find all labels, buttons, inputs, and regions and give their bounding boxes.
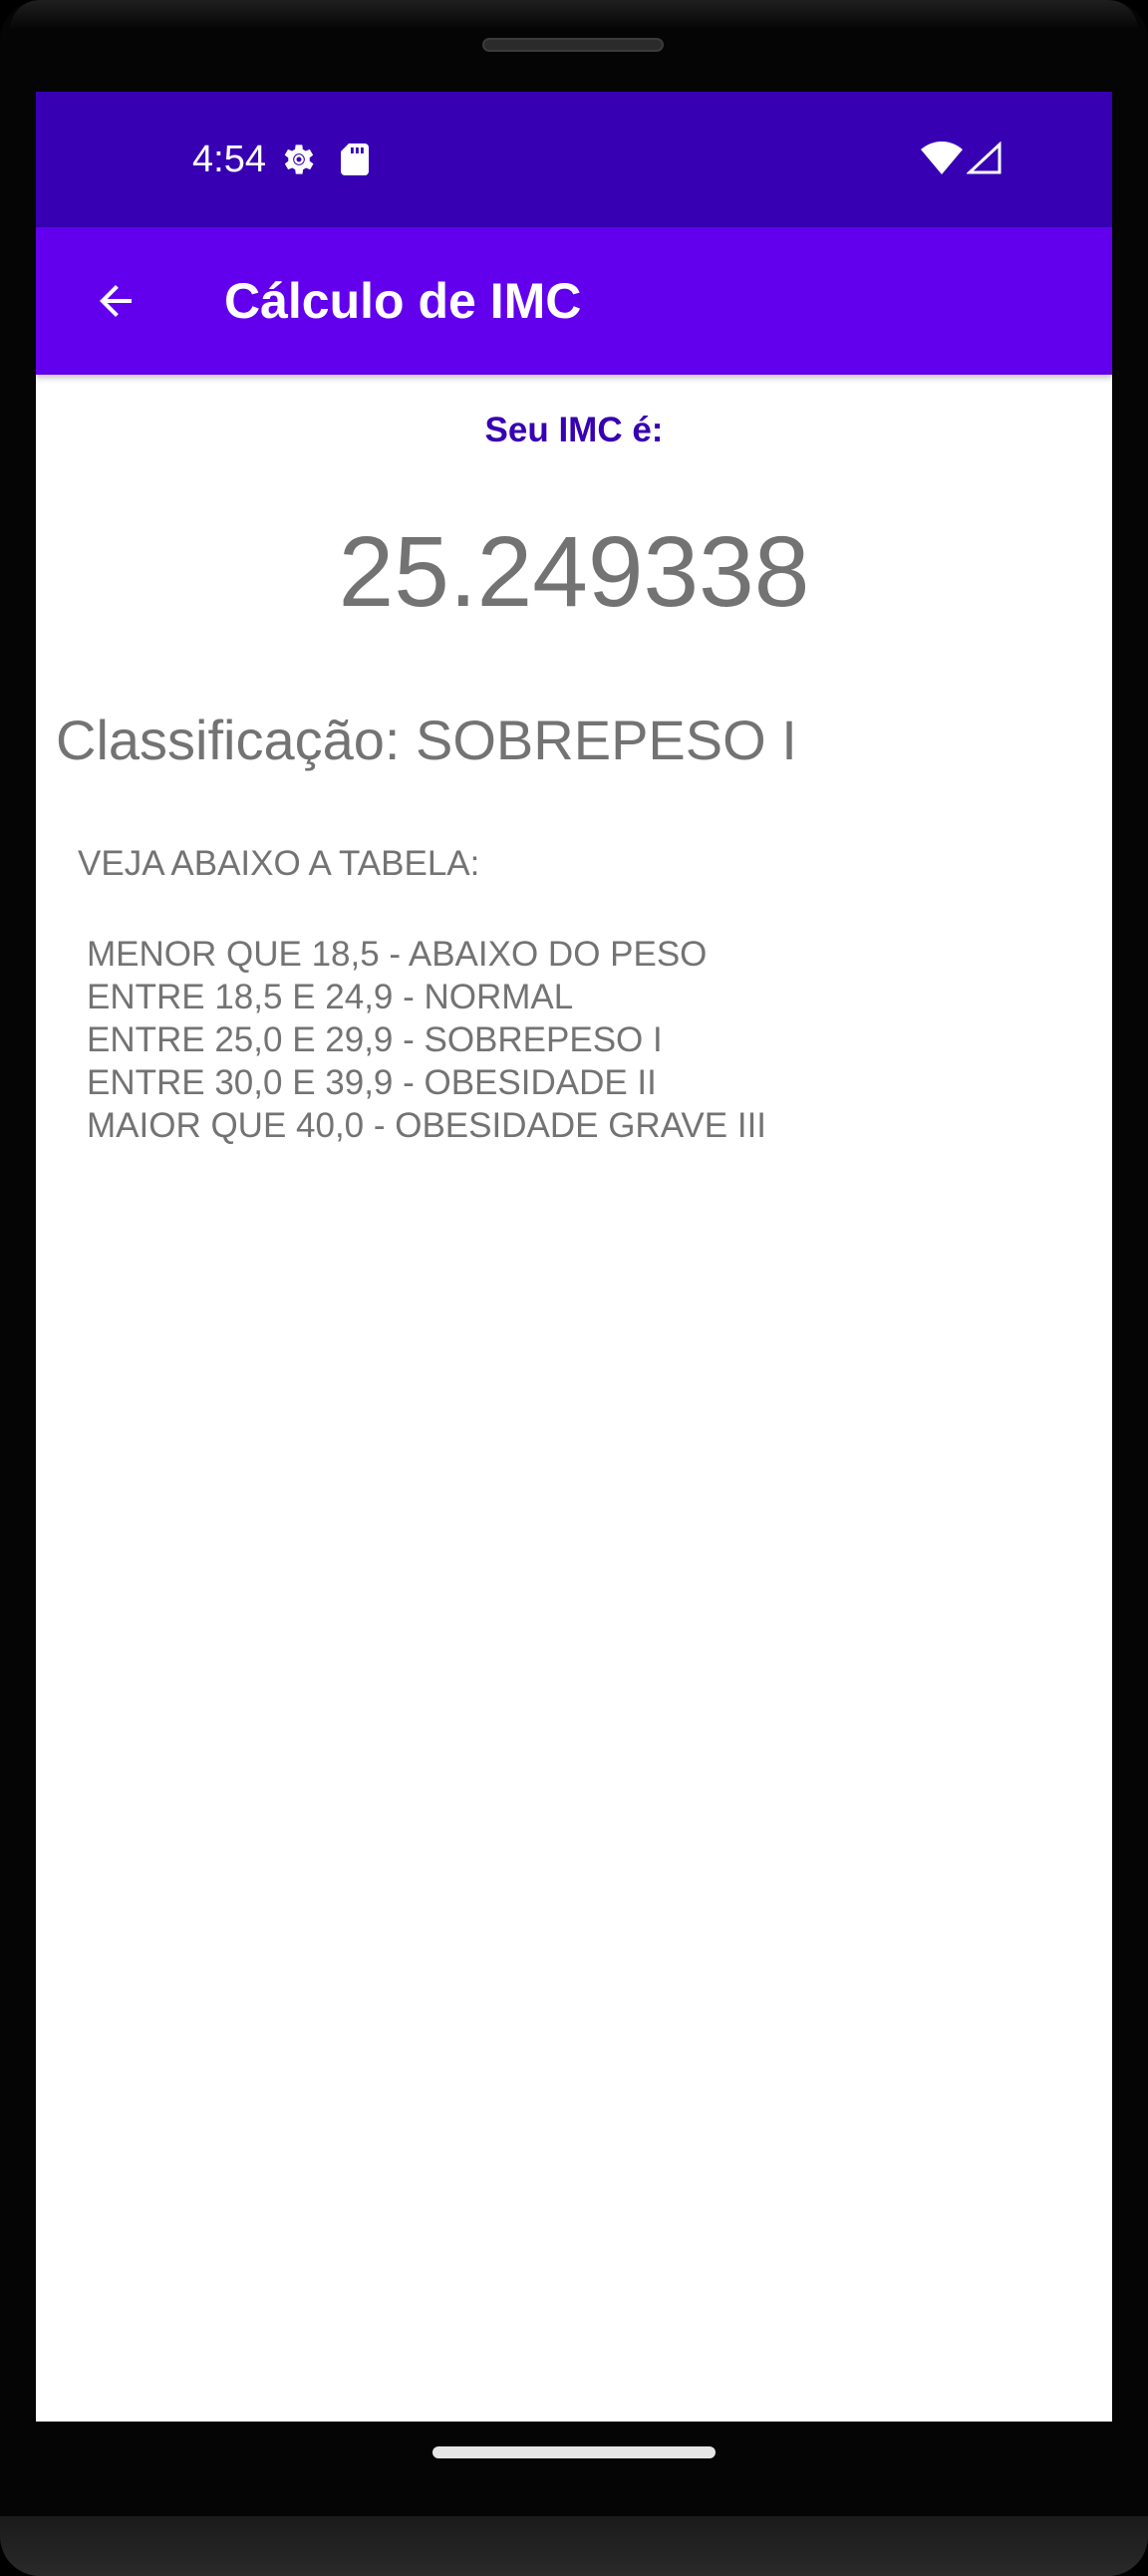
classification-text: Classificação: SOBREPESO I (56, 709, 797, 771)
earpiece-speaker (482, 38, 664, 52)
table-intro: VEJA ABAIXO A TABELA: (78, 844, 480, 883)
device-bottom-edge (0, 2516, 1148, 2576)
gear-icon (284, 144, 314, 174)
device-frame: 4:54 Cálculo de IMC Seu IMC é: 25.249338… (0, 0, 1148, 2576)
screen: 4:54 Cálculo de IMC Seu IMC é: 25.249338… (36, 92, 1112, 2422)
app-bar: Cálculo de IMC (36, 227, 1112, 375)
sd-card-icon (341, 143, 369, 175)
app-title: Cálculo de IMC (224, 273, 582, 329)
status-time: 4:54 (192, 139, 266, 180)
arrow-back-icon (100, 285, 132, 317)
table-row: ENTRE 30,0 E 39,9 - OBESIDADE II (87, 1063, 657, 1102)
cell-signal-icon (967, 142, 1002, 174)
device-top-edge (10, 0, 1138, 30)
home-gesture-bar[interactable] (432, 2446, 716, 2458)
table-row: MAIOR QUE 40,0 - OBESIDADE GRAVE III (87, 1106, 767, 1145)
back-button[interactable] (76, 261, 155, 341)
table-row: MENOR QUE 18,5 - ABAIXO DO PESO (87, 935, 708, 974)
imc-label: Seu IMC é: (484, 411, 664, 449)
wifi-icon (921, 142, 963, 174)
table-row: ENTRE 25,0 E 29,9 - SOBREPESO I (87, 1020, 663, 1059)
imc-value: 25.249338 (338, 516, 810, 628)
status-bar: 4:54 (36, 92, 1112, 227)
imc-reference-table: MENOR QUE 18,5 - ABAIXO DO PESO ENTRE 18… (87, 933, 766, 1147)
table-row: ENTRE 18,5 E 24,9 - NORMAL (87, 978, 574, 1016)
